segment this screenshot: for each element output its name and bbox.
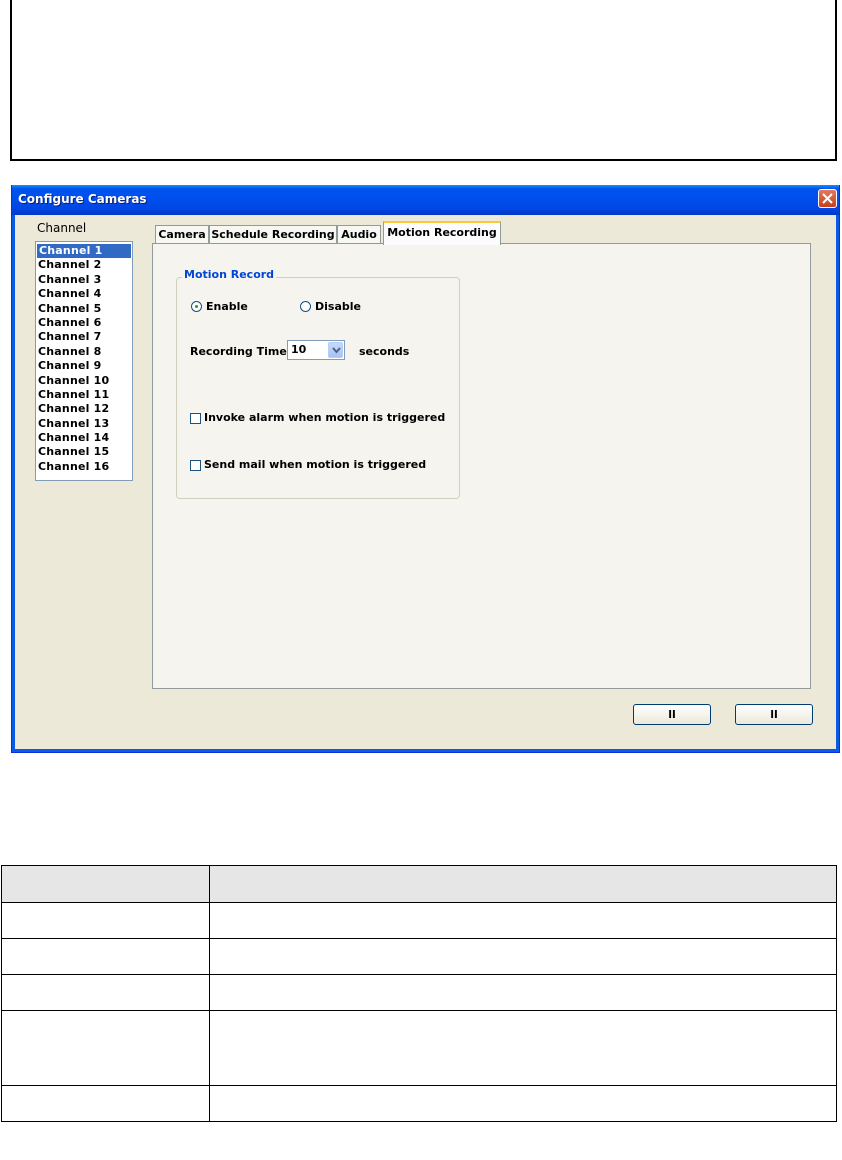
table-cell bbox=[209, 974, 837, 1011]
channel-list-item[interactable]: Channel 10 bbox=[36, 374, 132, 388]
table-row bbox=[1, 974, 837, 1011]
table-cell bbox=[209, 1085, 837, 1122]
table-cell bbox=[1, 974, 210, 1011]
frame-left bbox=[12, 215, 15, 752]
channel-list-item[interactable]: Channel 11 bbox=[36, 388, 132, 402]
table-row bbox=[1, 902, 837, 939]
dropdown-button[interactable] bbox=[328, 342, 343, 358]
ok-button[interactable]: ll bbox=[633, 704, 711, 725]
table-cell bbox=[209, 1010, 837, 1086]
close-icon bbox=[822, 193, 833, 204]
table-row bbox=[1, 938, 837, 975]
dialog-title: Configure Cameras bbox=[18, 192, 147, 206]
tab-camera[interactable]: Camera bbox=[155, 225, 209, 243]
description-table bbox=[1, 865, 837, 1122]
channel-list-item[interactable]: Channel 8 bbox=[36, 345, 132, 359]
invoke-alarm-checkbox[interactable] bbox=[190, 413, 201, 424]
chevron-down-icon bbox=[332, 347, 341, 354]
group-title: Motion Record bbox=[182, 268, 277, 281]
table-cell bbox=[209, 938, 837, 975]
recording-time-label: Recording Time bbox=[190, 345, 287, 358]
table-cell bbox=[1, 902, 210, 939]
configure-cameras-dialog: Configure Cameras Channel Channel 1 Chan… bbox=[11, 185, 840, 753]
table-cell bbox=[1, 1085, 210, 1122]
frame-bottom bbox=[12, 749, 839, 752]
channel-list-item[interactable]: Channel 9 bbox=[36, 359, 132, 373]
channel-list-item[interactable]: Channel 16 bbox=[36, 460, 132, 474]
seconds-label: seconds bbox=[359, 345, 410, 358]
table-cell bbox=[1, 938, 210, 975]
invoke-alarm-label: Invoke alarm when motion is triggered bbox=[204, 411, 446, 424]
tab-audio[interactable]: Audio bbox=[337, 225, 381, 243]
channel-label: Channel bbox=[37, 221, 87, 235]
channel-list-item[interactable]: Channel 15 bbox=[36, 445, 132, 459]
table-header-cell bbox=[209, 865, 837, 903]
channel-list-item[interactable]: Channel 14 bbox=[36, 431, 132, 445]
radio-selected-dot bbox=[195, 305, 198, 308]
channel-list[interactable]: Channel 1 Channel 2 Channel 3 Channel 4 … bbox=[35, 241, 133, 481]
table-header-row bbox=[1, 865, 837, 903]
recording-time-value: 10 bbox=[291, 343, 307, 356]
recording-time-select[interactable]: 10 bbox=[287, 340, 345, 360]
tab-schedule-recording[interactable]: Schedule Recording bbox=[209, 225, 337, 243]
channel-list-item[interactable]: Channel 12 bbox=[36, 402, 132, 416]
enable-label: Enable bbox=[206, 300, 248, 313]
channel-list-item[interactable]: Channel 4 bbox=[36, 287, 132, 301]
channel-list-item[interactable]: Channel 13 bbox=[36, 417, 132, 431]
frame-right bbox=[836, 215, 839, 752]
table-cell bbox=[1, 1010, 210, 1086]
channel-list-item[interactable]: Channel 6 bbox=[36, 316, 132, 330]
channel-list-item[interactable]: Channel 3 bbox=[36, 273, 132, 287]
title-bar[interactable]: Configure Cameras bbox=[12, 185, 839, 215]
cancel-button[interactable]: ll bbox=[735, 704, 813, 725]
note-box bbox=[10, 0, 837, 161]
table-row bbox=[1, 1010, 837, 1086]
table-header-cell bbox=[1, 865, 210, 903]
channel-list-item[interactable]: Channel 5 bbox=[36, 302, 132, 316]
send-mail-label: Send mail when motion is triggered bbox=[204, 458, 427, 471]
send-mail-checkbox[interactable] bbox=[190, 460, 201, 471]
close-button[interactable] bbox=[818, 189, 837, 208]
enable-radio[interactable] bbox=[191, 301, 202, 312]
table-row bbox=[1, 1085, 837, 1122]
channel-list-item[interactable]: Channel 2 bbox=[36, 258, 132, 272]
table-cell bbox=[209, 902, 837, 939]
channel-list-item[interactable]: Channel 1 bbox=[37, 244, 131, 259]
tab-motion-recording[interactable]: Motion Recording bbox=[383, 221, 501, 245]
disable-radio[interactable] bbox=[300, 301, 311, 312]
disable-label: Disable bbox=[315, 300, 361, 313]
channel-list-item[interactable]: Channel 7 bbox=[36, 330, 132, 344]
